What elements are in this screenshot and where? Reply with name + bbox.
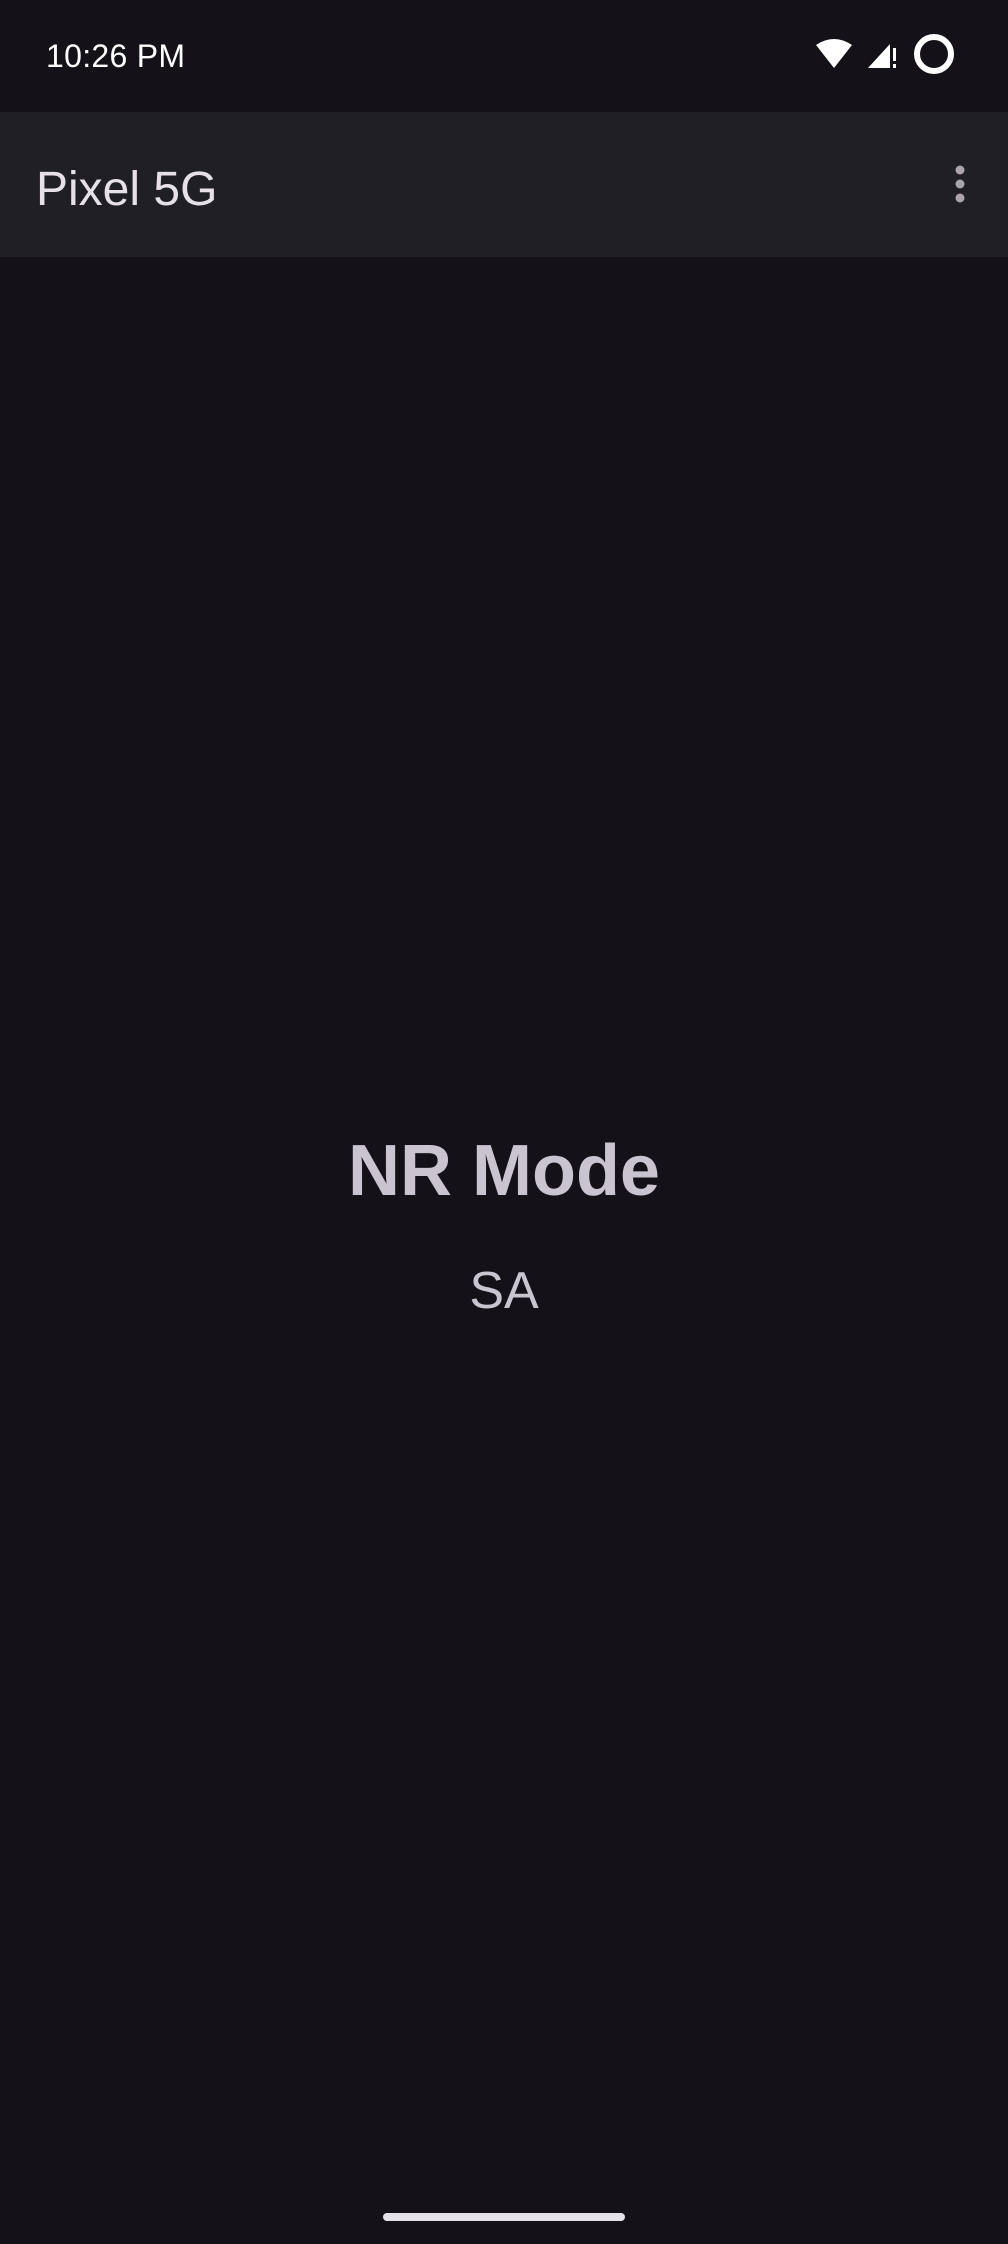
app-title: Pixel 5G xyxy=(36,163,218,216)
cellular-signal-icon xyxy=(866,38,898,75)
wifi-icon xyxy=(816,38,852,74)
status-icons xyxy=(816,32,956,81)
more-vert-icon xyxy=(955,165,965,203)
overflow-menu-button[interactable] xyxy=(930,152,990,216)
status-bar: 10:26 PM xyxy=(0,0,1008,112)
gesture-navigation-handle[interactable] xyxy=(383,2213,625,2221)
app-bar: Pixel 5G xyxy=(0,112,1008,257)
screen: 10:26 PM Pixel 5G NR Mode SA xyxy=(0,0,1008,2244)
status-time: 10:26 PM xyxy=(46,38,186,74)
nr-mode-value: SA xyxy=(469,1262,539,1320)
data-saver-circle-icon xyxy=(912,32,956,81)
nr-mode-heading: NR Mode xyxy=(348,1131,660,1211)
main-content: NR Mode SA xyxy=(0,257,1008,2244)
